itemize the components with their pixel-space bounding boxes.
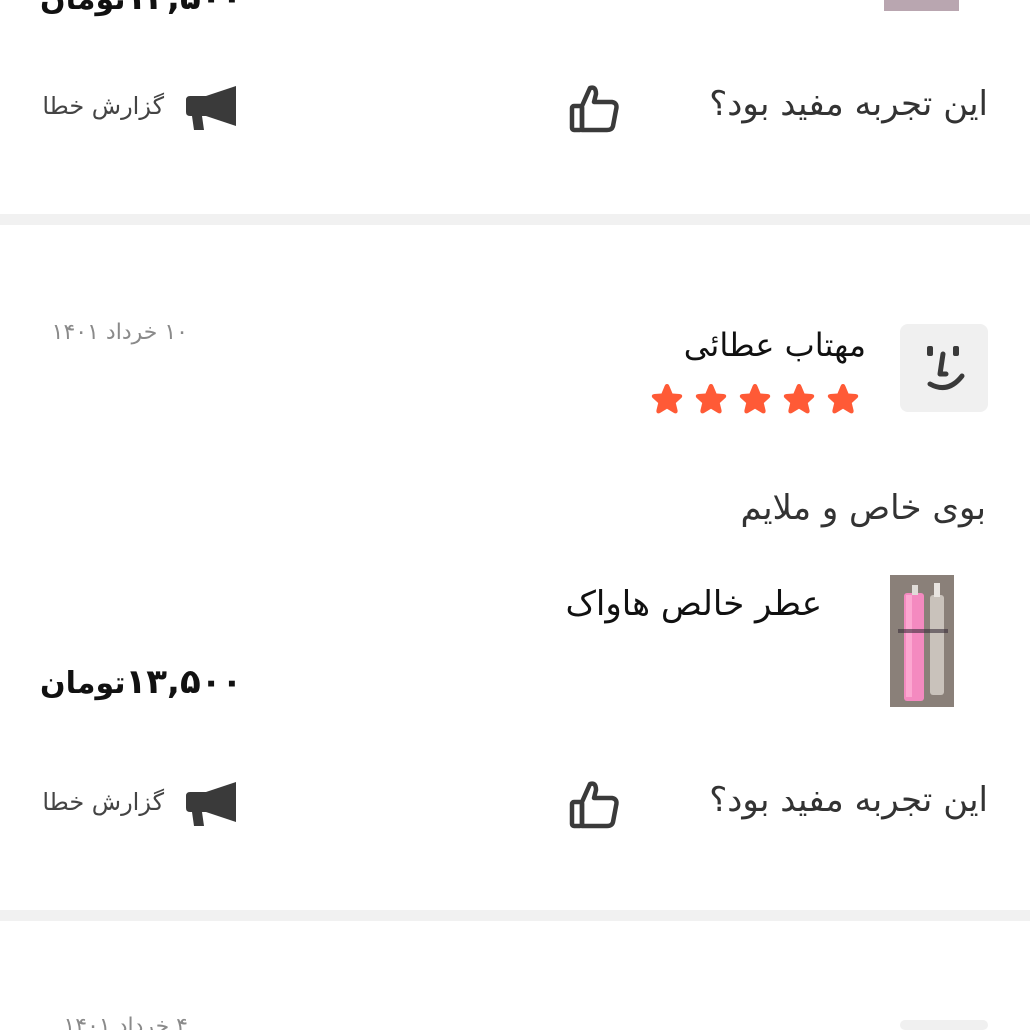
prev-product-thumbnail[interactable] — [884, 0, 959, 11]
section-divider — [0, 910, 1030, 921]
prev-report-label[interactable]: گزارش خطا — [42, 92, 164, 120]
like-button[interactable] — [568, 778, 620, 830]
next-review-date: ۴ خرداد ۱۴۰۱ — [63, 1014, 188, 1030]
prev-price-unit: تومان — [40, 0, 126, 17]
megaphone-icon — [186, 782, 236, 826]
megaphone-icon — [186, 86, 236, 130]
prev-price-value: ۱۳,۵۰۰ — [126, 0, 243, 18]
product-thumbnail[interactable] — [890, 575, 954, 707]
report-button[interactable] — [182, 782, 238, 826]
star-icon — [782, 382, 816, 416]
star-icon — [694, 382, 728, 416]
reviewer-name: مهتاب عطائی — [683, 326, 866, 364]
thumbs-up-icon — [569, 781, 619, 829]
section-divider — [0, 214, 1030, 225]
review-comment: بوی خاص و ملایم — [740, 488, 986, 528]
report-label[interactable]: گزارش خطا — [42, 788, 164, 816]
star-icon — [738, 382, 772, 416]
price-value: ۱۳,۵۰۰ — [125, 662, 243, 702]
product-title[interactable]: عطر خالص هاواک — [565, 584, 822, 624]
face-icon — [927, 346, 965, 391]
helpful-question: این تجربه مفید بود؟ — [709, 780, 988, 820]
review-date: ۱۰ خرداد ۱۴۰۱ — [51, 320, 188, 345]
price-unit: تومان — [40, 666, 126, 701]
star-icon — [826, 382, 860, 416]
prev-report-button[interactable] — [182, 86, 238, 130]
prev-product-price: ۱۳,۵۰۰تومان — [38, 0, 242, 18]
avatar — [900, 324, 988, 412]
perfume-image — [890, 575, 954, 707]
prev-like-button[interactable] — [568, 82, 620, 134]
star-icon — [650, 382, 684, 416]
product-price: ۱۳,۵۰۰تومان — [38, 662, 242, 702]
thumbs-up-icon — [569, 85, 619, 133]
rating-stars — [650, 382, 860, 416]
prev-helpful-question: این تجربه مفید بود؟ — [709, 84, 988, 124]
next-avatar — [900, 1020, 988, 1030]
